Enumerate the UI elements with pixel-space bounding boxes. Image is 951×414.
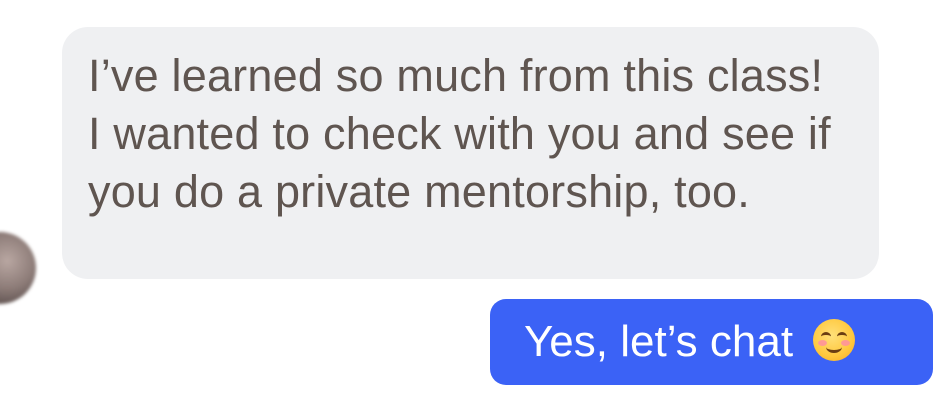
outgoing-message-text: Yes, let’s chat: [524, 317, 794, 366]
emoji-mouth: [826, 341, 843, 354]
emoji-right-cheek: [841, 340, 851, 347]
smiling-face-emoji-icon: [813, 319, 856, 362]
sender-avatar[interactable]: [0, 232, 36, 304]
outgoing-message-bubble: Yes, let’s chat: [490, 299, 933, 385]
incoming-message-bubble: I’ve learned so much from this class! I …: [62, 27, 879, 279]
incoming-message-text: I’ve learned so much from this class! I …: [88, 50, 831, 217]
